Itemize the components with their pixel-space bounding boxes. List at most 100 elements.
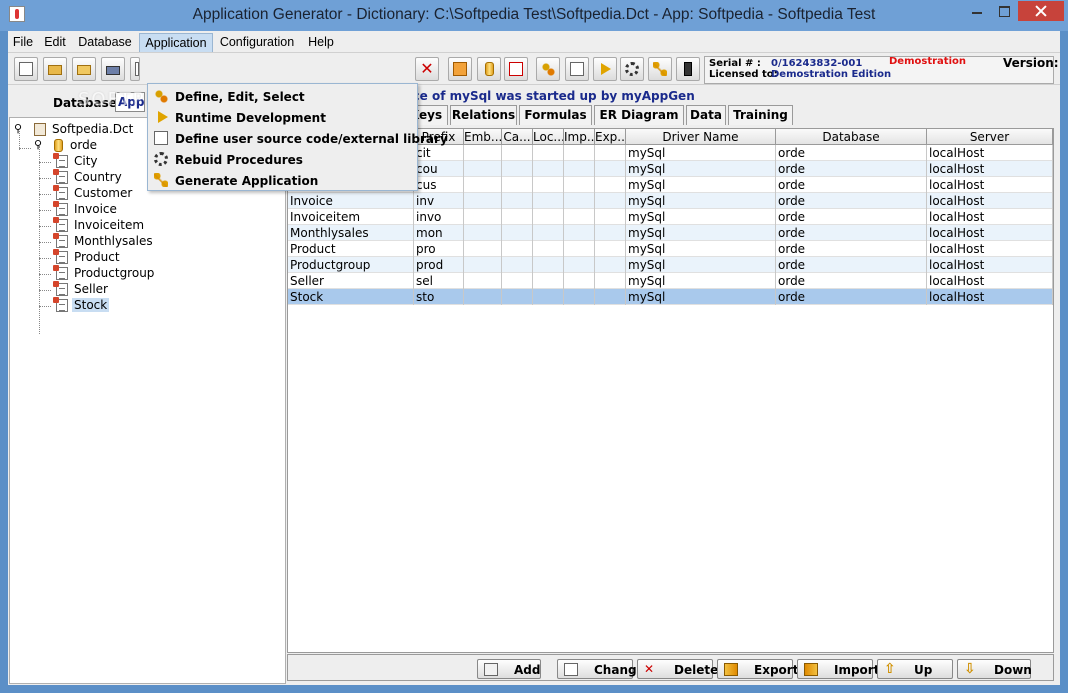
table-cell[interactable]: localHost [927, 145, 1053, 161]
table-cell[interactable] [595, 177, 626, 193]
table-cell[interactable]: orde [776, 161, 927, 177]
table-cell[interactable]: mySql [626, 273, 776, 289]
table-cell[interactable]: localHost [927, 161, 1053, 177]
table-cell[interactable]: orde [776, 209, 927, 225]
tab-formulas[interactable]: Formulas [519, 105, 592, 125]
menu-item-define-source[interactable]: Define user source code/external library [148, 128, 448, 149]
table-row[interactable]: Monthlysales mon mySql orde localHost [288, 225, 1053, 241]
tab-training[interactable]: Training [728, 105, 793, 125]
table-cell[interactable]: localHost [927, 241, 1053, 257]
table-cell[interactable]: mon [414, 225, 464, 241]
table-cell[interactable] [533, 177, 564, 193]
table-cell[interactable] [502, 257, 533, 273]
table-cell[interactable]: localHost [927, 193, 1053, 209]
table-cell[interactable]: localHost [927, 177, 1053, 193]
column-header[interactable]: Imp... [564, 129, 595, 145]
expand-handle-icon[interactable]: ⚲ [34, 138, 42, 151]
table-cell[interactable] [502, 161, 533, 177]
table-cell[interactable]: Invoiceitem [288, 209, 414, 225]
print-button[interactable] [101, 57, 125, 81]
table-cell[interactable]: sto [414, 289, 464, 305]
table-cell[interactable]: Productgroup [288, 257, 414, 273]
import-button[interactable] [448, 57, 472, 81]
table-cell[interactable] [595, 289, 626, 305]
table-cell[interactable]: inv [414, 193, 464, 209]
table-cell[interactable] [564, 257, 595, 273]
table-cell[interactable] [564, 145, 595, 161]
table-cell[interactable]: Monthlysales [288, 225, 414, 241]
table-cell[interactable]: prod [414, 257, 464, 273]
maximize-button[interactable] [991, 1, 1017, 21]
table-cell[interactable] [464, 177, 502, 193]
table-cell[interactable] [502, 209, 533, 225]
table-cell[interactable] [464, 193, 502, 209]
table-cell[interactable] [464, 145, 502, 161]
up-button[interactable]: ⇧ Up [877, 659, 953, 679]
table-cell[interactable]: mySql [626, 145, 776, 161]
table-cell[interactable]: localHost [927, 289, 1053, 305]
table-cell[interactable] [464, 161, 502, 177]
table-cell[interactable]: orde [776, 257, 927, 273]
table-cell[interactable] [595, 241, 626, 257]
folder-button[interactable] [72, 57, 96, 81]
down-button[interactable]: ⇩ Down [957, 659, 1032, 679]
table-cell[interactable] [502, 273, 533, 289]
table-cell[interactable] [464, 241, 502, 257]
table-cell[interactable]: orde [776, 193, 927, 209]
change-button[interactable]: Change [557, 659, 645, 679]
table-row[interactable]: Invoice inv mySql orde localHost [288, 193, 1053, 209]
new-button[interactable] [14, 57, 38, 81]
menu-configuration[interactable]: Configuration [217, 33, 297, 52]
table-row[interactable]: Seller sel mySql orde localHost [288, 273, 1053, 289]
database-delete-button[interactable] [504, 57, 528, 81]
table-cell[interactable]: mySql [626, 241, 776, 257]
table-cell[interactable]: localHost [927, 209, 1053, 225]
table-cell[interactable] [533, 193, 564, 209]
table-cell[interactable] [464, 225, 502, 241]
minimize-button[interactable] [964, 1, 990, 21]
delete-row-button[interactable]: ✕ Delete [637, 659, 718, 679]
table-cell[interactable] [564, 273, 595, 289]
table-cell[interactable] [533, 241, 564, 257]
export-button[interactable]: Export [717, 659, 798, 679]
menu-item-runtime-development[interactable]: Runtime Development [148, 107, 417, 128]
table-cell[interactable] [564, 289, 595, 305]
table-cell[interactable]: orde [776, 289, 927, 305]
open-button[interactable] [43, 57, 67, 81]
table-cell[interactable]: mySql [626, 289, 776, 305]
tab-er-diagram[interactable]: ER Diagram [594, 105, 684, 125]
table-cell[interactable] [595, 225, 626, 241]
table-cell[interactable]: sel [414, 273, 464, 289]
table-cell[interactable] [533, 145, 564, 161]
tab-relations[interactable]: Relations [450, 105, 517, 125]
column-header[interactable]: Ca... [502, 129, 533, 145]
table-cell[interactable] [564, 177, 595, 193]
column-header[interactable]: Emb... [464, 129, 502, 145]
table-cell[interactable] [595, 273, 626, 289]
close-button[interactable] [1018, 1, 1064, 21]
menu-edit[interactable]: Edit [42, 33, 68, 52]
table-row[interactable]: Stock sto mySql orde localHost [288, 289, 1053, 305]
table-cell[interactable] [533, 225, 564, 241]
table-cell[interactable] [502, 225, 533, 241]
table-cell[interactable]: cus [414, 177, 464, 193]
table-cell[interactable] [595, 257, 626, 273]
table-cell[interactable] [595, 209, 626, 225]
delete-button[interactable]: ✕ [415, 57, 439, 81]
expand-handle-icon[interactable]: ⚲ [14, 122, 22, 135]
table-cell[interactable] [564, 241, 595, 257]
menu-item-rebuild-procedures[interactable]: Rebuid Procedures [148, 149, 417, 170]
run-button[interactable] [593, 57, 617, 81]
table-cell[interactable]: Product [288, 241, 414, 257]
table-cell[interactable] [533, 161, 564, 177]
table-cell[interactable]: orde [776, 225, 927, 241]
table-cell[interactable] [464, 209, 502, 225]
table-cell[interactable] [595, 145, 626, 161]
menu-file[interactable]: File [12, 33, 34, 52]
menu-database[interactable]: Database [76, 33, 134, 52]
table-cell[interactable]: mySql [626, 209, 776, 225]
import-button-bottom[interactable]: Import [797, 659, 879, 679]
table-cell[interactable] [533, 273, 564, 289]
table-cell[interactable] [564, 225, 595, 241]
table-cell[interactable] [464, 257, 502, 273]
